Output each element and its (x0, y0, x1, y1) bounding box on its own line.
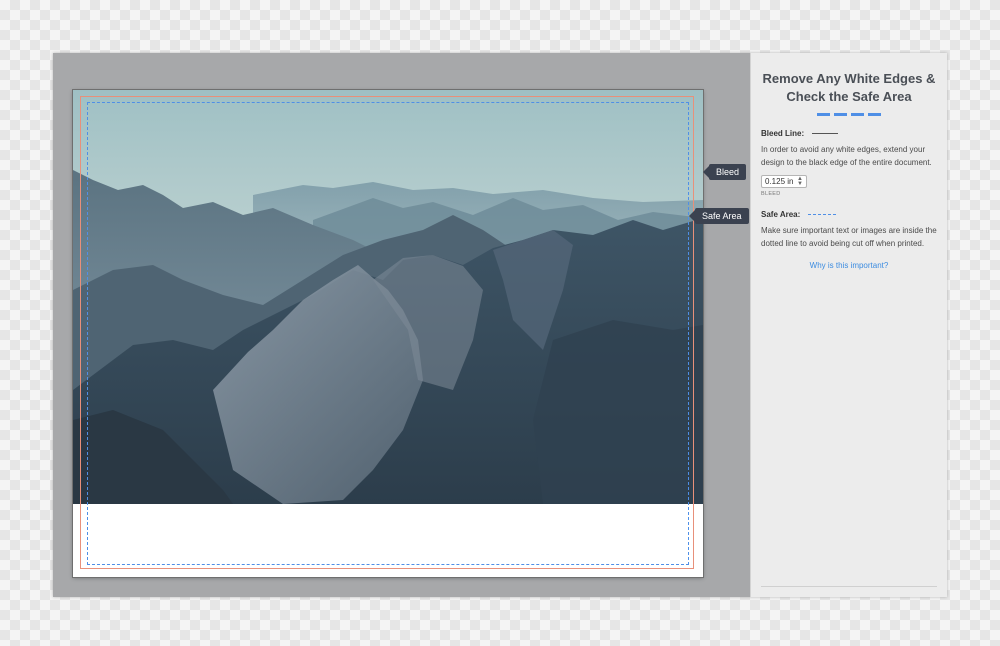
safe-area-section: Safe Area: Make sure important text or i… (751, 210, 947, 270)
bleed-size-value: 0.125 in (765, 177, 794, 186)
safe-area-tag: Safe Area (689, 208, 749, 224)
design-card[interactable] (73, 90, 703, 577)
bleed-tag: Bleed (702, 164, 747, 180)
bleed-section: Bleed Line: In order to avoid any white … (751, 129, 947, 197)
stepper-arrows-icon[interactable]: ▲ ▼ (797, 176, 803, 187)
bleed-input-caption: BLEED (761, 191, 781, 197)
canvas-area: Bleed Safe Area (53, 53, 750, 597)
why-important-link[interactable]: Why is this important? (761, 261, 937, 270)
panel-divider (761, 586, 937, 587)
safe-area-heading: Safe Area: (761, 210, 801, 219)
bleed-heading: Bleed Line: (761, 129, 805, 138)
bleed-legend-line (812, 133, 839, 134)
editor-window: Bleed Safe Area Remove Any White Edges &… (53, 53, 947, 597)
settings-panel: Remove Any White Edges & Check the Safe … (750, 53, 947, 597)
bleed-size-input[interactable]: 0.125 in ▲ ▼ (761, 175, 807, 188)
mountain-photo (73, 90, 703, 504)
safe-area-description: Make sure important text or images are i… (761, 226, 937, 248)
bleed-description: In order to avoid any white edges, exten… (761, 145, 932, 167)
safe-area-legend-line (808, 214, 837, 215)
title-divider (751, 113, 947, 116)
panel-title: Remove Any White Edges & Check the Safe … (762, 71, 936, 104)
